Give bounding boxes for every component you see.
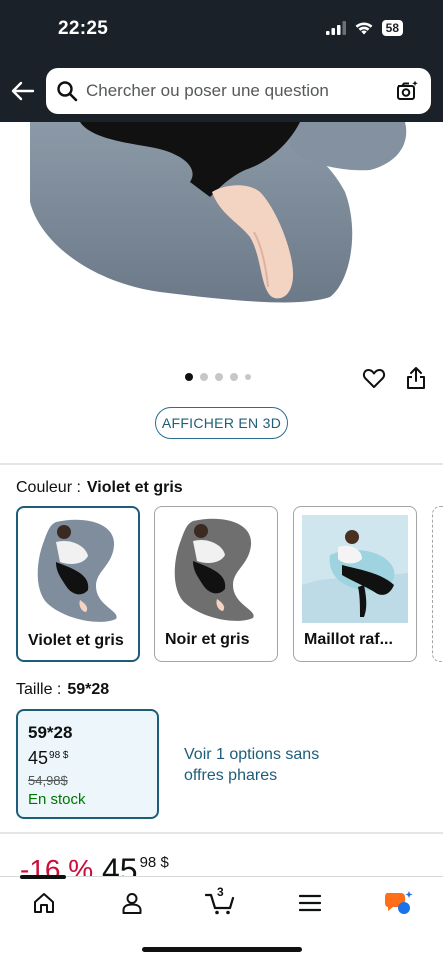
search-input[interactable]: Chercher ou poser une question	[46, 68, 431, 114]
size-price-whole: 45	[28, 748, 49, 768]
color-option-violet-gris[interactable]: Violet et gris	[16, 506, 140, 662]
price-whole: 45	[102, 852, 138, 878]
divider	[0, 463, 443, 465]
color-option-partial[interactable]	[432, 506, 443, 662]
current-price: 45 98 $	[102, 852, 169, 878]
size-selected-value: 59*28	[67, 681, 110, 698]
gallery-dot	[200, 373, 208, 381]
swatch-label: Maillot raf...	[304, 631, 393, 648]
status-bar: 22:25 58	[0, 0, 443, 62]
swatch-label: Noir et gris	[165, 631, 250, 648]
search-icon	[57, 81, 78, 102]
color-option-maillot[interactable]: Maillot raf...	[293, 506, 417, 662]
size-option-old-price: 54,98$	[28, 773, 68, 788]
more-options-link[interactable]: Voir 1 options sans offres phares	[184, 744, 354, 786]
size-option-card[interactable]: 59*28 4598 $ 54,98$ En stock	[16, 709, 159, 819]
nav-account[interactable]	[112, 889, 152, 917]
bottom-nav: 3	[0, 875, 443, 960]
search-placeholder: Chercher ou poser une question	[86, 81, 329, 100]
size-option-stock: En stock	[28, 791, 86, 808]
swatch-image	[174, 518, 254, 621]
swatch-image	[37, 519, 117, 622]
size-option-price: 4598 $	[28, 748, 69, 769]
camera-search-icon[interactable]	[395, 79, 419, 103]
status-time: 22:25	[58, 18, 109, 39]
nav-home[interactable]	[24, 889, 64, 917]
gallery-dot	[245, 374, 251, 380]
home-indicator	[142, 947, 302, 952]
status-icons: 58	[325, 20, 403, 36]
pillow-photo	[30, 122, 407, 303]
swatch-label: Violet et gris	[28, 632, 124, 649]
color-option-noir-gris[interactable]: Noir et gris	[154, 506, 278, 662]
share-icon[interactable]	[405, 366, 427, 390]
home-icon	[34, 893, 54, 913]
heart-icon[interactable]	[362, 366, 386, 390]
gallery-dot	[230, 373, 238, 381]
nav-cart[interactable]: 3	[200, 885, 240, 917]
gallery-dots[interactable]	[185, 373, 251, 381]
gallery-dot	[185, 373, 193, 381]
size-price-fraction: 98 $	[49, 750, 69, 761]
view-3d-button[interactable]: AFFICHER EN 3D	[155, 407, 288, 439]
color-selected-value: Violet et gris	[86, 479, 183, 496]
gallery-dot	[215, 373, 223, 381]
battery-indicator: 58	[381, 20, 403, 36]
size-label: Taille : 59*28	[16, 681, 109, 699]
color-label: Couleur : Violet et gris	[16, 479, 183, 497]
swatch-image	[302, 515, 408, 623]
size-label-text: Taille :	[16, 681, 62, 698]
person-icon	[122, 893, 142, 914]
price-fraction: 98 $	[139, 854, 169, 871]
signal-icon	[325, 21, 346, 35]
divider	[0, 832, 443, 834]
nav-menu[interactable]	[290, 889, 330, 917]
color-label-text: Couleur :	[16, 479, 81, 496]
wifi-icon	[355, 21, 373, 34]
app-header: Chercher ou poser une question	[0, 62, 443, 122]
nav-active-indicator	[20, 875, 66, 879]
cart-count: 3	[217, 885, 224, 899]
product-image[interactable]	[0, 122, 443, 362]
menu-icon	[299, 894, 321, 912]
rufus-assistant-icon	[385, 891, 413, 914]
size-option-name: 59*28	[28, 723, 73, 742]
nav-rufus[interactable]	[378, 889, 418, 917]
back-arrow-icon[interactable]	[10, 78, 36, 104]
price-row: -16 % 45 98 $	[20, 848, 440, 878]
